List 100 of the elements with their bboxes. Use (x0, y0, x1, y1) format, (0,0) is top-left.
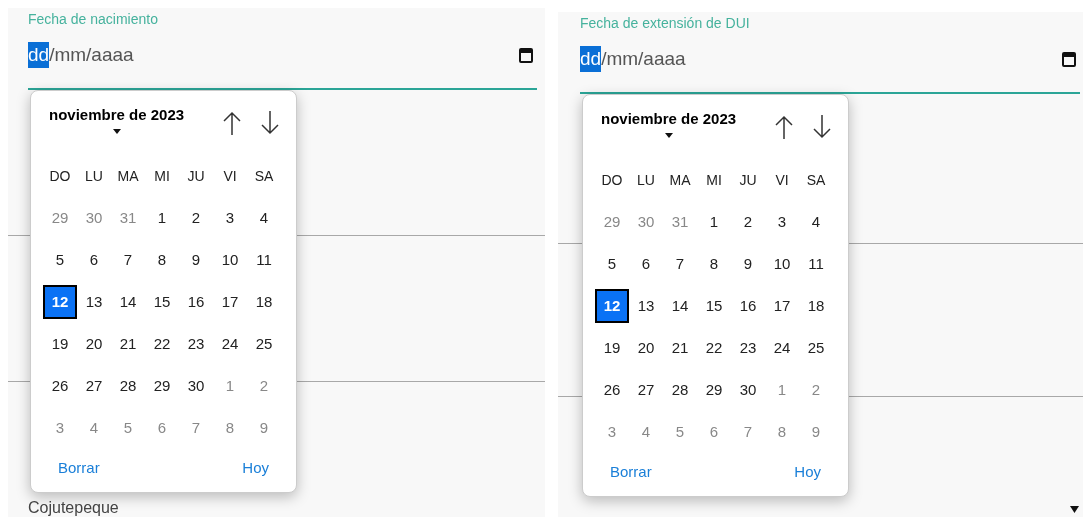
calendar-day[interactable]: 26 (595, 373, 629, 407)
arrow-up-icon[interactable] (774, 115, 794, 139)
calendar-day[interactable]: 4 (629, 415, 663, 449)
today-link[interactable]: Hoy (794, 461, 821, 484)
calendar-day[interactable]: 19 (595, 331, 629, 365)
calendar-day[interactable]: 3 (213, 201, 247, 235)
calendar-day[interactable]: 25 (247, 327, 281, 361)
calendar-day[interactable]: 17 (213, 285, 247, 319)
calendar-day[interactable]: 7 (179, 411, 213, 445)
calendar-day[interactable]: 31 (663, 205, 697, 239)
calendar-day[interactable]: 11 (799, 247, 833, 281)
clear-link[interactable]: Borrar (58, 457, 100, 480)
calendar-day[interactable]: 3 (595, 415, 629, 449)
calendar-day[interactable]: 29 (697, 373, 731, 407)
calendar-day[interactable]: 1 (765, 373, 799, 407)
calendar-day[interactable]: 9 (799, 415, 833, 449)
calendar-day[interactable]: 3 (43, 411, 77, 445)
calendar-day[interactable]: 5 (595, 247, 629, 281)
calendar-day[interactable]: 21 (111, 327, 145, 361)
calendar-day[interactable]: 1 (697, 205, 731, 239)
calendar-day[interactable]: 10 (765, 247, 799, 281)
calendar-day[interactable]: 29 (595, 205, 629, 239)
calendar-day[interactable]: 4 (77, 411, 111, 445)
calendar-day[interactable]: 10 (213, 243, 247, 277)
calendar-day[interactable]: 13 (629, 289, 663, 323)
calendar-day[interactable]: 23 (179, 327, 213, 361)
calendar-day[interactable]: 30 (629, 205, 663, 239)
calendar-day[interactable]: 28 (663, 373, 697, 407)
calendar-day[interactable]: 24 (765, 331, 799, 365)
calendar-day[interactable]: 11 (247, 243, 281, 277)
calendar-day[interactable]: 7 (663, 247, 697, 281)
calendar-day[interactable]: 29 (43, 201, 77, 235)
calendar-day[interactable]: 21 (663, 331, 697, 365)
dropdown-arrow-icon[interactable] (1070, 506, 1079, 513)
calendar-day[interactable]: 22 (697, 331, 731, 365)
calendar-day[interactable]: 24 (213, 327, 247, 361)
calendar-day[interactable]: 6 (697, 415, 731, 449)
calendar-day[interactable]: 15 (697, 289, 731, 323)
calendar-day[interactable]: 6 (145, 411, 179, 445)
calendar-day[interactable]: 9 (731, 247, 765, 281)
calendar-day[interactable]: 13 (77, 285, 111, 319)
calendar-day[interactable]: 4 (247, 201, 281, 235)
calendar-day[interactable]: 30 (731, 373, 765, 407)
calendar-day[interactable]: 29 (145, 369, 179, 403)
weekday-label: VI (775, 170, 789, 190)
calendar-day[interactable]: 8 (697, 247, 731, 281)
calendar-day[interactable]: 2 (799, 373, 833, 407)
calendar-day[interactable]: 16 (179, 285, 213, 319)
calendar-day[interactable]: 20 (629, 331, 663, 365)
arrow-up-icon[interactable] (222, 111, 242, 135)
calendar-day[interactable]: 20 (77, 327, 111, 361)
month-year-selector[interactable]: noviembre de 2023 (49, 105, 185, 134)
calendar-day[interactable]: 30 (179, 369, 213, 403)
calendar-day[interactable]: 18 (799, 289, 833, 323)
calendar-day[interactable]: 19 (43, 327, 77, 361)
calendar-icon[interactable] (519, 47, 533, 63)
calendar-day[interactable]: 7 (731, 415, 765, 449)
calendar-day[interactable]: 2 (731, 205, 765, 239)
calendar-day[interactable]: 5 (43, 243, 77, 277)
calendar-day[interactable]: 3 (765, 205, 799, 239)
calendar-day[interactable]: 31 (111, 201, 145, 235)
calendar-day[interactable]: 1 (145, 201, 179, 235)
calendar-day[interactable]: 8 (765, 415, 799, 449)
calendar-day[interactable]: 8 (145, 243, 179, 277)
calendar-day[interactable]: 27 (77, 369, 111, 403)
calendar-day[interactable]: 12 (595, 289, 629, 323)
calendar-day[interactable]: 14 (663, 289, 697, 323)
calendar-day[interactable]: 6 (629, 247, 663, 281)
weekday-label: MA (117, 166, 139, 186)
calendar-day[interactable]: 6 (77, 243, 111, 277)
clear-link[interactable]: Borrar (610, 461, 652, 484)
calendar-day[interactable]: 30 (77, 201, 111, 235)
calendar-day[interactable]: 5 (111, 411, 145, 445)
calendar-day[interactable]: 17 (765, 289, 799, 323)
calendar-day[interactable]: 12 (43, 285, 77, 319)
calendar-day[interactable]: 4 (799, 205, 833, 239)
calendar-day[interactable]: 1 (213, 369, 247, 403)
calendar-day[interactable]: 7 (111, 243, 145, 277)
calendar-day[interactable]: 18 (247, 285, 281, 319)
calendar-day[interactable]: 2 (247, 369, 281, 403)
calendar-day[interactable]: 26 (43, 369, 77, 403)
month-year-selector[interactable]: noviembre de 2023 (601, 109, 737, 138)
calendar-day[interactable]: 16 (731, 289, 765, 323)
calendar-day[interactable]: 8 (213, 411, 247, 445)
today-link[interactable]: Hoy (242, 457, 269, 480)
calendar-day[interactable]: 15 (145, 285, 179, 319)
calendar-day[interactable]: 14 (111, 285, 145, 319)
calendar-day[interactable]: 9 (179, 243, 213, 277)
calendar-day[interactable]: 23 (731, 331, 765, 365)
arrow-down-icon[interactable] (260, 111, 280, 135)
field-label: Fecha de nacimiento (28, 10, 159, 28)
arrow-down-icon[interactable] (812, 115, 832, 139)
calendar-day[interactable]: 28 (111, 369, 145, 403)
calendar-icon[interactable] (1062, 51, 1076, 67)
calendar-day[interactable]: 22 (145, 327, 179, 361)
calendar-day[interactable]: 5 (663, 415, 697, 449)
calendar-day[interactable]: 25 (799, 331, 833, 365)
calendar-day[interactable]: 27 (629, 373, 663, 407)
calendar-day[interactable]: 2 (179, 201, 213, 235)
calendar-day[interactable]: 9 (247, 411, 281, 445)
